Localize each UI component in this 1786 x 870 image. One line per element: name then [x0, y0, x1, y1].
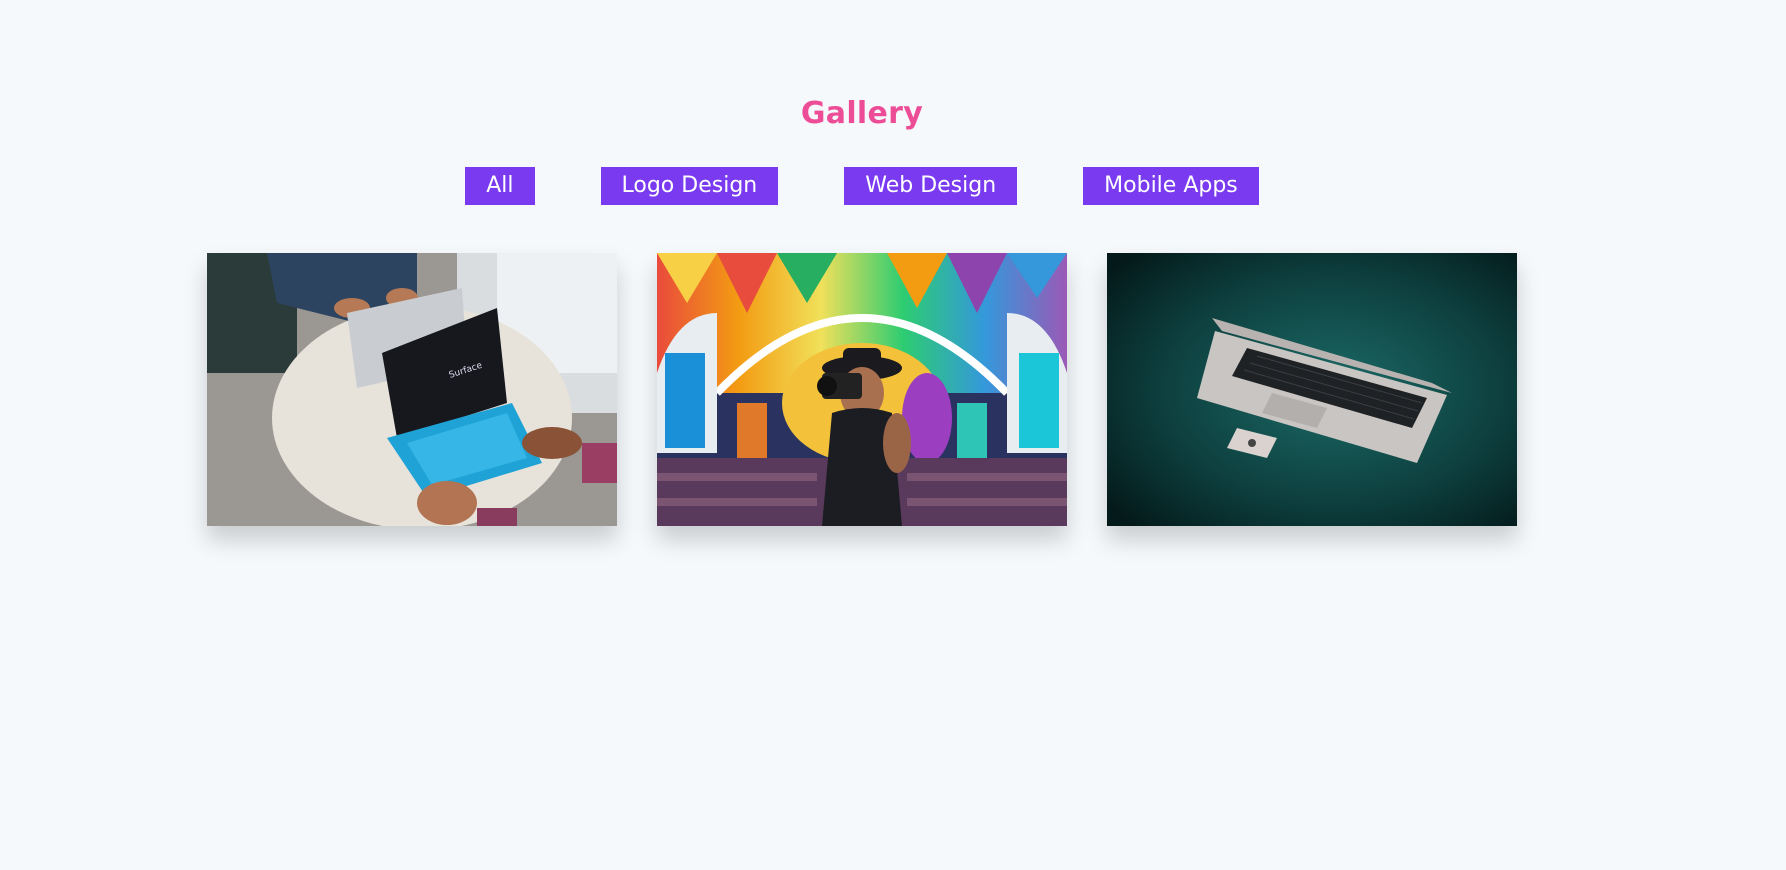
filter-bar: All Logo Design Web Design Mobile Apps	[0, 167, 1724, 205]
laptops-table-photo: Surface	[207, 253, 617, 526]
filter-logo-design-button[interactable]: Logo Design	[600, 167, 779, 205]
filter-web-design-button[interactable]: Web Design	[844, 167, 1018, 205]
gallery-item-photographer-chapel[interactable]	[657, 253, 1067, 526]
gallery-item-laptop-green[interactable]	[1107, 253, 1517, 526]
gallery-page: Gallery All Logo Design Web Design Mobil…	[0, 0, 1786, 870]
filter-mobile-apps-button[interactable]: Mobile Apps	[1083, 167, 1259, 205]
filter-all-button[interactable]: All	[465, 167, 535, 205]
gallery-item-laptops-table[interactable]: Surface	[207, 253, 617, 526]
page-title: Gallery	[800, 96, 924, 131]
gallery-grid: Surface	[207, 253, 1517, 526]
photographer-chapel-photo	[657, 253, 1067, 526]
laptop-green-photo	[1107, 253, 1517, 526]
